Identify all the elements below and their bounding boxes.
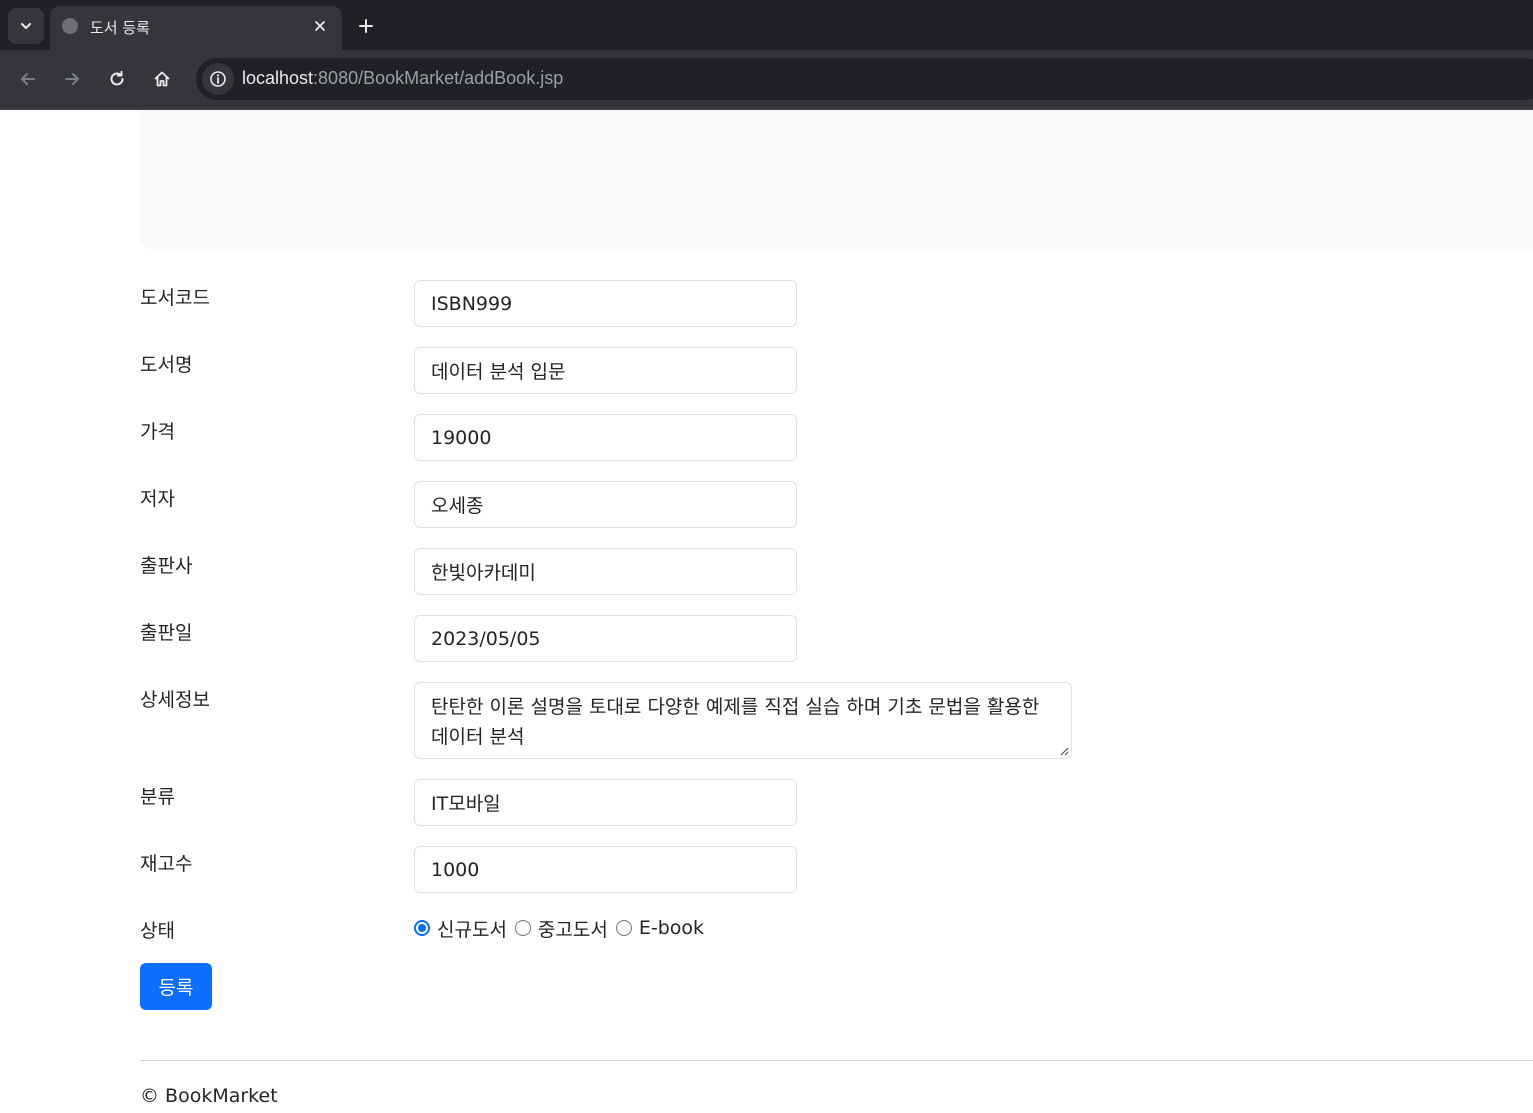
price-label: 가격	[140, 421, 175, 443]
book-name-label: 도서명	[140, 354, 193, 376]
author-input[interactable]: 오세종	[414, 481, 797, 528]
condition-ebook-radio[interactable]	[615, 920, 632, 936]
author-label: 저자	[140, 488, 175, 510]
release-date-label: 출판일	[140, 622, 193, 644]
condition-old-label[interactable]: 중고도서	[538, 915, 608, 942]
chevron-down-icon	[21, 23, 31, 29]
site-info-button[interactable]	[202, 63, 234, 95]
url-text: localhost:8080/BookMarket/addBook.jsp	[242, 68, 563, 89]
url-path: :8080/BookMarket/addBook.jsp	[313, 68, 564, 88]
reload-icon	[110, 70, 124, 86]
price-input[interactable]: 19000	[414, 414, 797, 461]
close-icon[interactable]	[308, 14, 332, 38]
page-header-banner	[140, 110, 1533, 249]
footer-divider	[140, 1060, 1533, 1061]
description-label: 상세정보	[140, 689, 210, 711]
book-id-label: 도서코드	[140, 287, 210, 309]
back-button[interactable]	[12, 63, 44, 95]
arrow-right-icon	[65, 73, 79, 85]
condition-ebook-label[interactable]: E-book	[639, 917, 704, 939]
condition-new-label[interactable]: 신규도서	[437, 915, 507, 942]
tab-title: 도서 등록	[90, 19, 150, 37]
footer-copyright: © BookMarket	[140, 1085, 278, 1107]
condition-old-radio[interactable]	[514, 920, 531, 936]
home-icon	[154, 71, 170, 87]
address-bar[interactable]: localhost:8080/BookMarket/addBook.jsp	[196, 58, 1533, 100]
new-tab-button[interactable]	[352, 12, 380, 40]
browser-toolbar: localhost:8080/BookMarket/addBook.jsp	[0, 50, 1533, 108]
url-host: localhost	[242, 68, 314, 88]
browser-tab-bar: 도서 등록	[0, 0, 1533, 50]
plus-icon	[359, 19, 373, 33]
forward-button[interactable]	[56, 63, 88, 95]
condition-label: 상태	[140, 920, 175, 942]
browser-tab-active[interactable]: 도서 등록	[50, 6, 342, 50]
tab-search-button[interactable]	[8, 8, 44, 44]
description-textarea[interactable]: 탄탄한 이론 설명을 토대로 다양한 예제를 직접 실습 하며 기초 문법을 활…	[414, 682, 1072, 759]
home-button[interactable]	[146, 63, 178, 95]
description-text: 탄탄한 이론 설명을 토대로 다양한 예제를 직접 실습 하며 기초 문법을 활…	[431, 696, 1040, 748]
units-in-stock-label: 재고수	[140, 853, 193, 875]
resize-handle-icon[interactable]	[1057, 744, 1069, 756]
reload-button[interactable]	[101, 63, 133, 95]
info-icon	[210, 71, 226, 87]
category-input[interactable]: IT모바일	[414, 779, 797, 826]
globe-icon	[62, 18, 78, 34]
publisher-label: 출판사	[140, 555, 193, 577]
submit-button[interactable]: 등록	[140, 963, 212, 1010]
book-name-input[interactable]: 데이터 분석 입문	[414, 347, 797, 394]
arrow-left-icon	[21, 73, 35, 85]
units-in-stock-input[interactable]: 1000	[414, 846, 797, 893]
condition-new-radio[interactable]	[414, 920, 430, 936]
release-date-input[interactable]: 2023/05/05	[414, 615, 797, 662]
condition-radio-group: 신규도서 중고도서 E-book	[414, 914, 712, 942]
category-label: 분류	[140, 786, 175, 808]
book-id-input[interactable]: ISBN999	[414, 280, 797, 327]
publisher-input[interactable]: 한빛아카데미	[414, 548, 797, 595]
